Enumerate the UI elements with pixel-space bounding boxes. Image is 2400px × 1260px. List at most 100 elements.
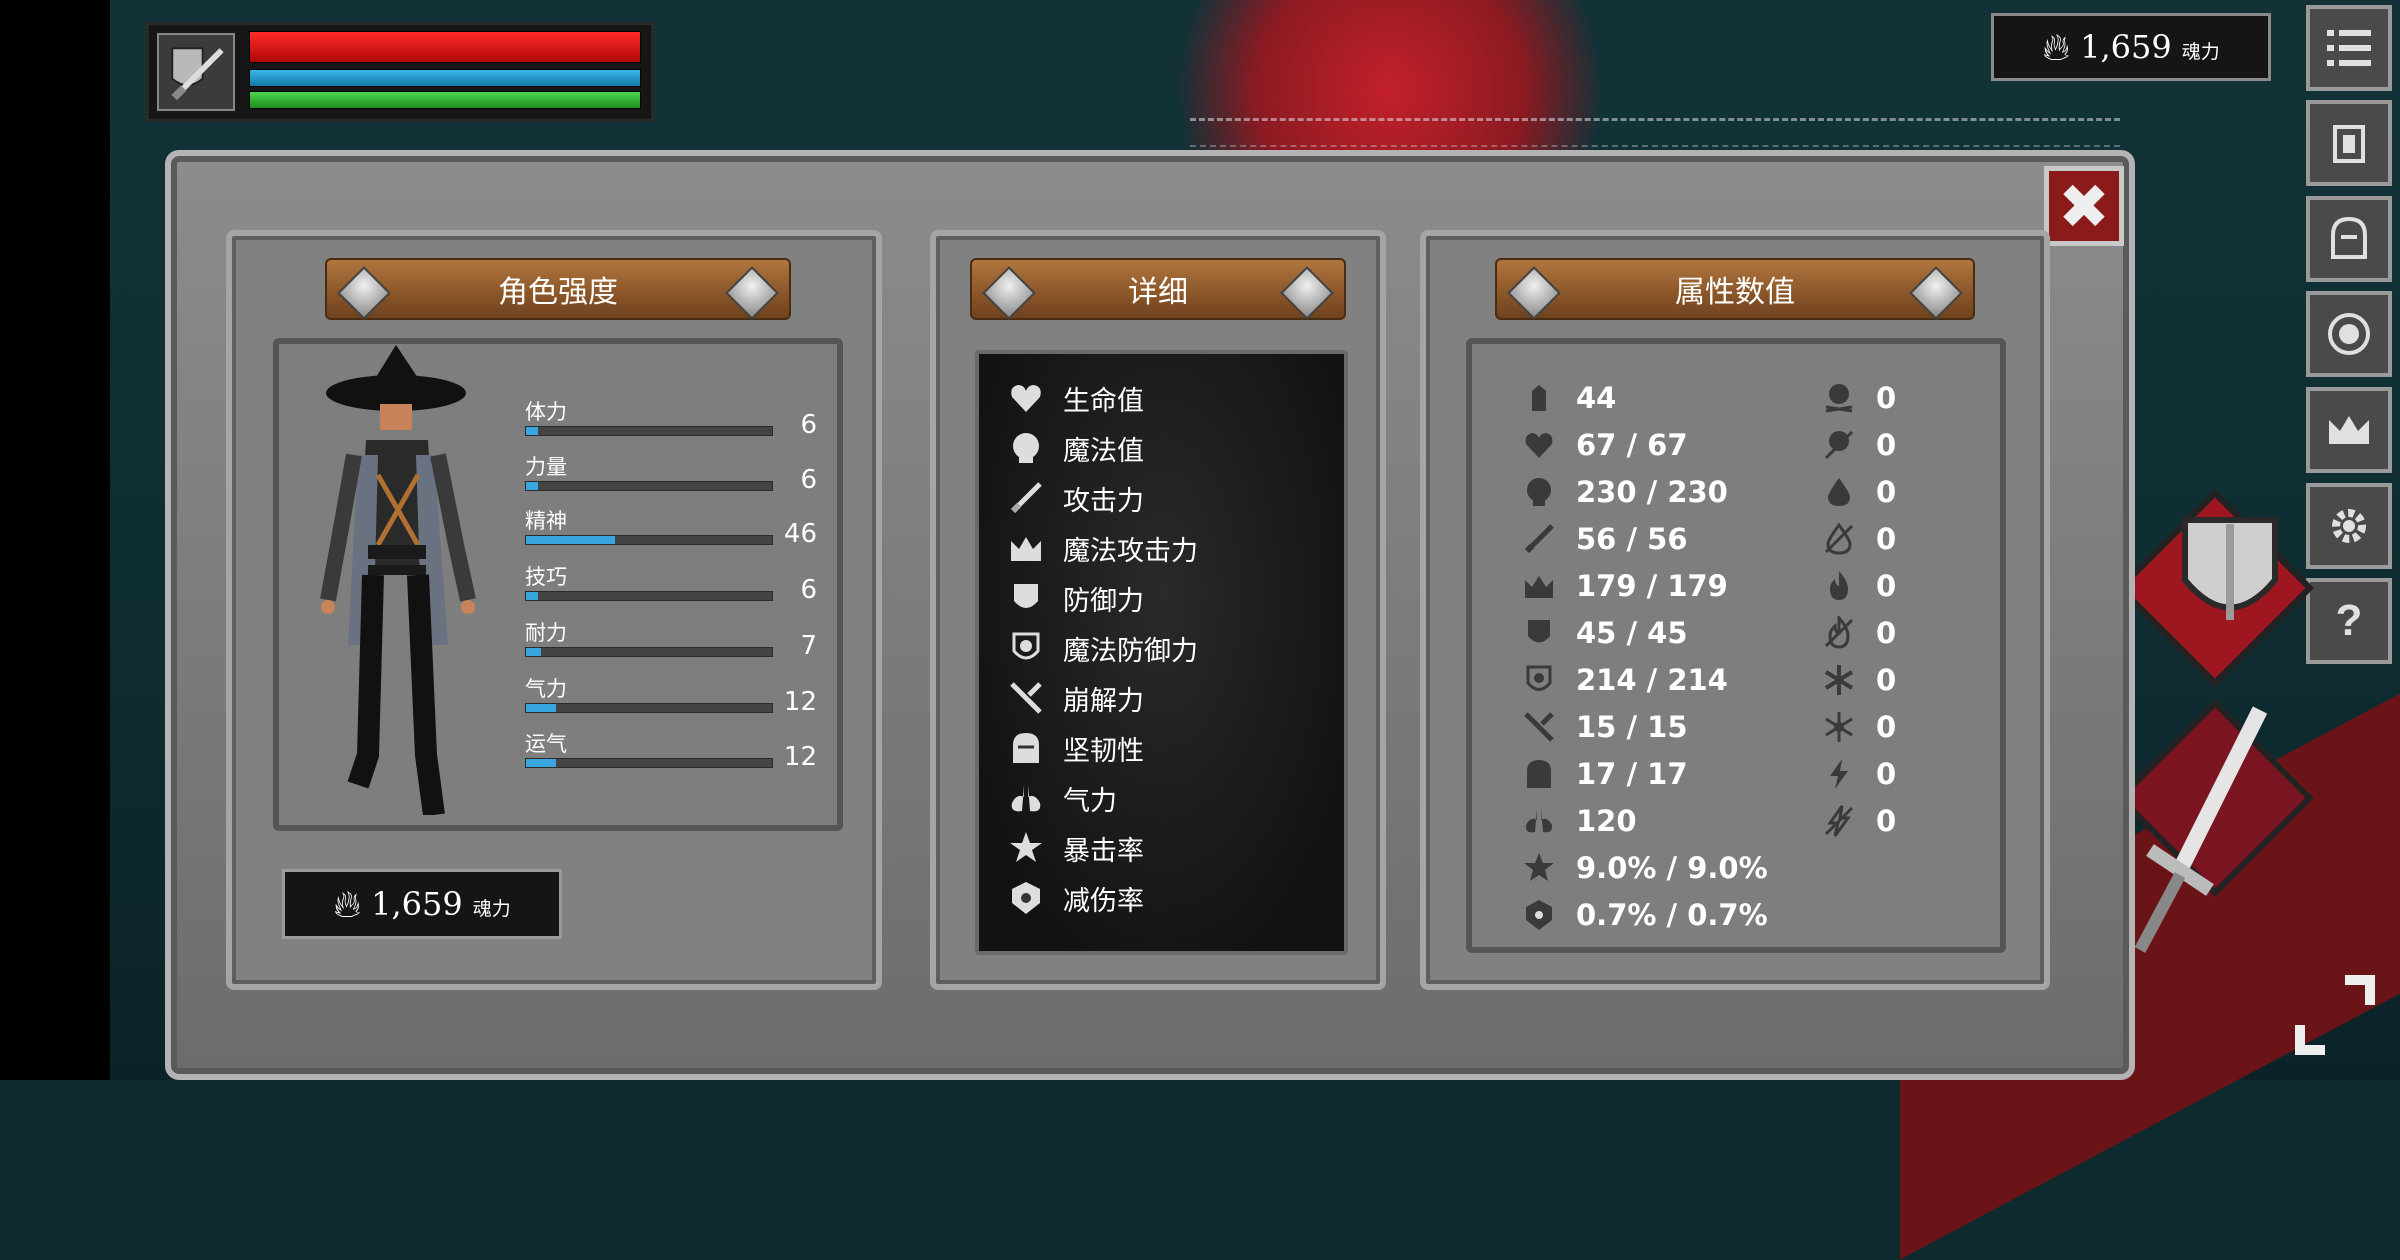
helmet-icon	[1520, 755, 1558, 793]
attribute-row: 0	[1820, 613, 1896, 653]
stat-value: 12	[783, 742, 817, 772]
detail-panel-header: 详细	[970, 258, 1346, 320]
detail-label: 坚韧性	[1063, 735, 1144, 767]
shield-icon	[1520, 614, 1558, 652]
stat-row: 技巧 6	[525, 561, 835, 611]
attribute-row: 0	[1820, 801, 1896, 841]
souls-counter: 🔥︎ 1,659 魂力	[282, 869, 562, 939]
stat-label: 体力	[525, 400, 567, 424]
attribute-row: 0	[1820, 754, 1896, 794]
fullscreen-icon[interactable]	[2285, 965, 2385, 1065]
attribute-row: 44	[1520, 378, 1616, 418]
crown-spell-icon	[1005, 527, 1047, 569]
detail-panel-title: 详细	[1128, 275, 1188, 310]
attribute-row: 17 / 17	[1520, 754, 1688, 794]
inventory-button[interactable]	[2306, 100, 2392, 186]
souls-value: 1,659	[371, 885, 463, 923]
stat-bar	[525, 758, 773, 768]
attribute-value: 230 / 230	[1576, 475, 1728, 509]
detail-label: 暴击率	[1063, 835, 1144, 867]
flame-icon: 🔥︎	[2042, 25, 2071, 69]
help-button[interactable]: ?	[2306, 578, 2392, 664]
attribute-row: 9.0% / 9.0%	[1520, 848, 1768, 888]
stat-value: 6	[800, 410, 817, 440]
fire-icon	[1820, 567, 1858, 605]
skills-button[interactable]	[2306, 291, 2392, 377]
break-icon	[1520, 708, 1558, 746]
sword-shield-icon	[171, 47, 224, 101]
ranking-button[interactable]	[2306, 387, 2392, 473]
attribute-row: 0	[1820, 707, 1896, 747]
fire-resist-icon	[1820, 614, 1858, 652]
detail-label: 减伤率	[1063, 885, 1144, 917]
stat-bar-fill	[526, 648, 541, 656]
stat-value: 12	[783, 687, 817, 717]
detail-row: 崩解力	[1005, 676, 1144, 720]
attribute-value: 0	[1876, 804, 1897, 838]
stat-bar-fill	[526, 536, 615, 544]
souls-counter-top: 🔥︎ 1,659 魂力	[1991, 13, 2271, 81]
attribute-value: 45 / 45	[1576, 616, 1688, 650]
helmet-icon	[1005, 727, 1047, 769]
rivet-icon	[1280, 266, 1334, 320]
stat-row: 精神 46	[525, 505, 835, 555]
stat-bar-fill	[526, 704, 556, 712]
attribute-row: 120	[1520, 801, 1637, 841]
skull-icon	[1820, 379, 1858, 417]
stat-row: 力量 6	[525, 451, 835, 501]
break-icon	[1005, 677, 1047, 719]
detail-row: 气力	[1005, 776, 1117, 820]
blood-drop-icon	[1820, 473, 1858, 511]
detail-label: 魔法防御力	[1063, 635, 1198, 667]
screen-edge	[0, 0, 110, 1080]
detail-row: 防御力	[1005, 576, 1144, 620]
list-menu-icon	[2327, 30, 2371, 66]
detail-label: 防御力	[1063, 585, 1144, 617]
attribute-value: 214 / 214	[1576, 663, 1728, 697]
background-banner-effect	[1190, 118, 2120, 147]
detail-row: 暴击率	[1005, 826, 1144, 870]
attribute-value: 120	[1576, 804, 1637, 838]
sword-icon	[1005, 477, 1047, 519]
stat-bar-fill	[526, 592, 539, 600]
star-icon	[1520, 849, 1558, 887]
rivet-icon	[725, 266, 779, 320]
attribute-value: 67 / 67	[1576, 428, 1688, 462]
rivet-icon	[982, 266, 1036, 320]
attribute-value: 0	[1876, 381, 1897, 415]
crown-icon	[2329, 416, 2369, 444]
attribute-value: 0	[1876, 757, 1897, 791]
settings-button[interactable]	[2306, 483, 2392, 569]
stat-value: 46	[783, 519, 817, 549]
attribute-row: 45 / 45	[1520, 613, 1688, 653]
detail-row: 魔法攻击力	[1005, 526, 1198, 570]
stat-bar-fill	[526, 482, 539, 490]
attribute-row: 15 / 15	[1520, 707, 1688, 747]
sword-icon	[1520, 520, 1558, 558]
close-icon: ✖	[2058, 169, 2110, 243]
star-icon	[1005, 827, 1047, 869]
lungs-icon	[1520, 802, 1558, 840]
orb-icon	[2328, 313, 2370, 355]
close-button[interactable]: ✖	[2044, 166, 2124, 246]
rivet-icon	[337, 266, 391, 320]
detail-label: 生命值	[1063, 385, 1144, 417]
detail-label: 气力	[1063, 785, 1117, 817]
armor-icon	[2333, 125, 2365, 163]
main-menu-button[interactable]	[2306, 5, 2392, 91]
attribute-row: 230 / 230	[1520, 472, 1728, 512]
attribute-row: 0	[1820, 472, 1896, 512]
stat-bar	[525, 647, 773, 657]
stat-bar	[525, 426, 773, 436]
gear-icon	[2332, 509, 2366, 543]
attribute-row: 67 / 67	[1520, 425, 1688, 465]
stat-bar-fill	[526, 759, 556, 767]
attribute-panel-title: 属性数值	[1675, 275, 1795, 310]
attribute-value: 0	[1876, 522, 1897, 556]
poison-skull-icon	[1820, 426, 1858, 464]
detail-row: 攻击力	[1005, 476, 1144, 520]
detail-label: 魔法攻击力	[1063, 535, 1198, 567]
equipped-weapon-slot[interactable]	[157, 33, 235, 111]
weight-icon	[1520, 379, 1558, 417]
equipment-button[interactable]	[2306, 196, 2392, 282]
